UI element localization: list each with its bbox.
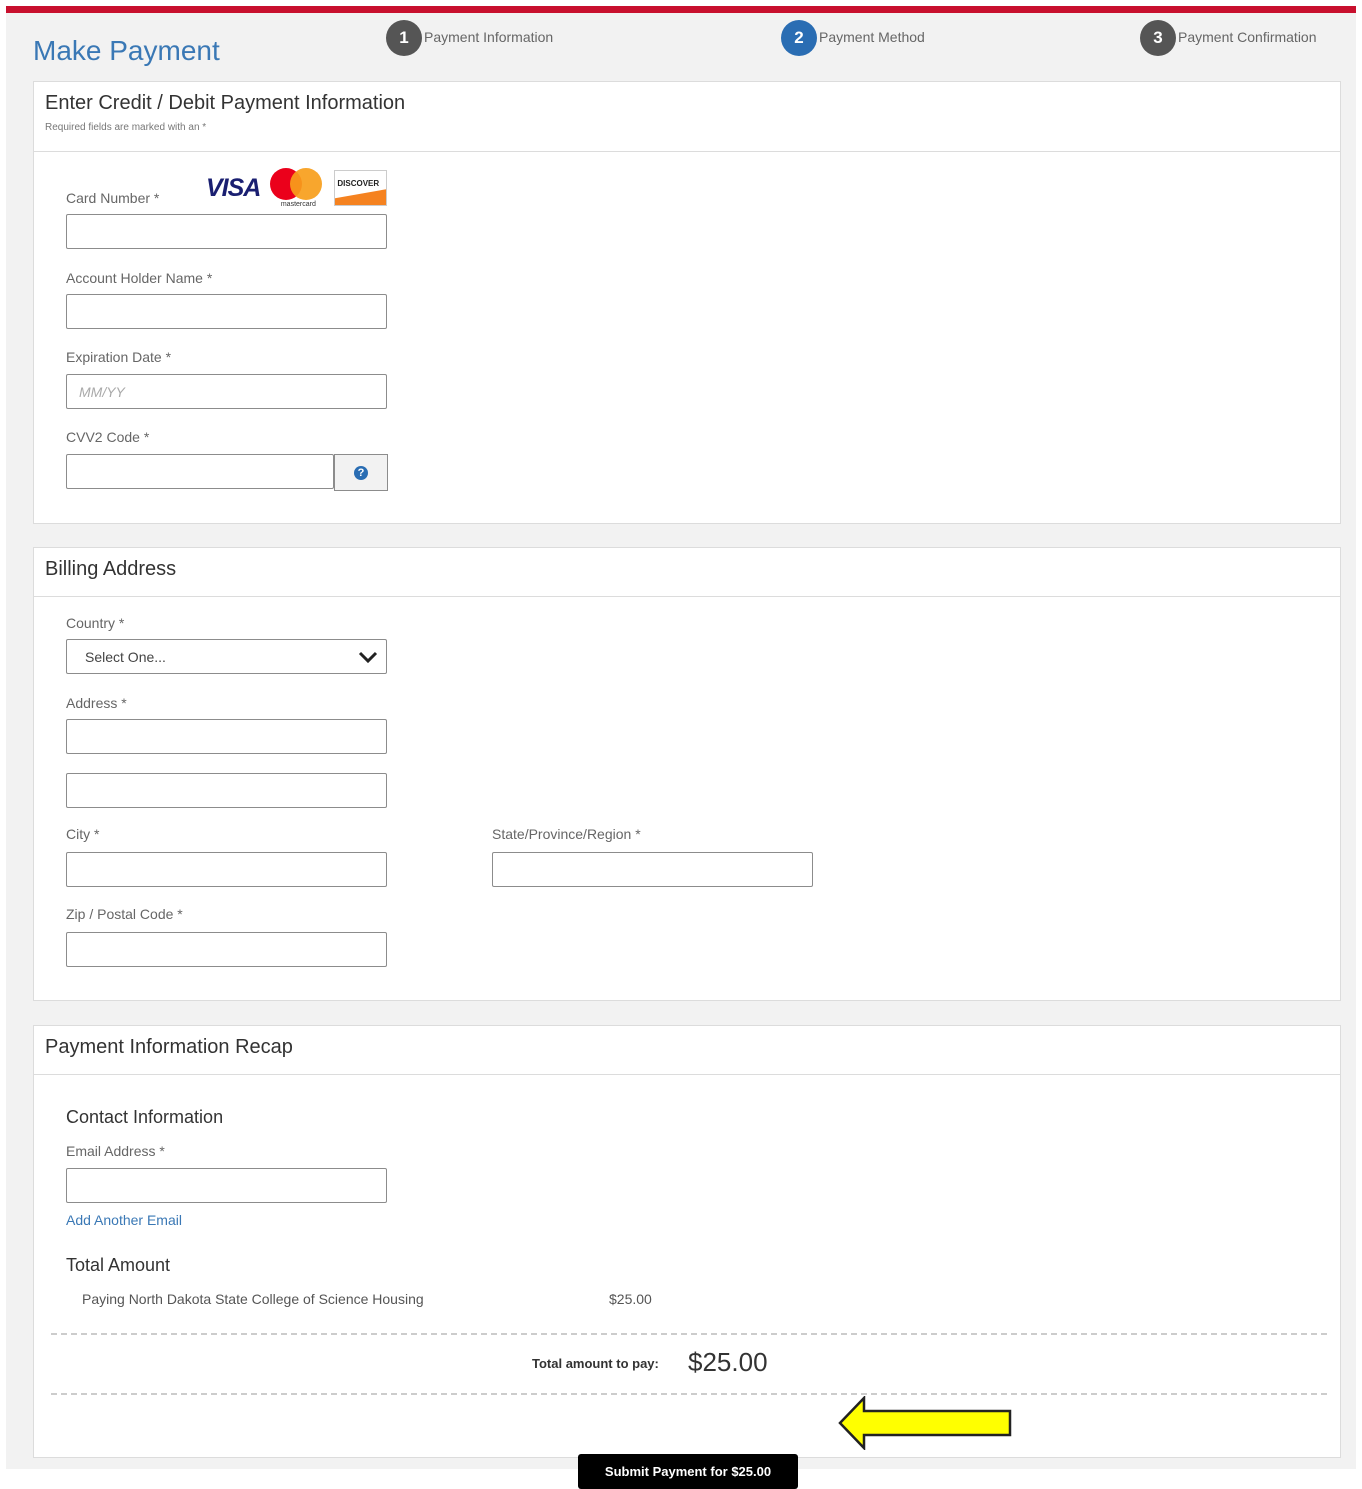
contact-info-heading: Contact Information bbox=[66, 1107, 224, 1127]
expiration-input[interactable] bbox=[66, 374, 387, 409]
card-number-label: Card Number * bbox=[66, 190, 160, 206]
step-number: 2 bbox=[781, 20, 817, 56]
required-note: Required fields are marked with an * bbox=[45, 122, 207, 133]
step-label: Payment Confirmation bbox=[1178, 29, 1317, 45]
address-label: Address * bbox=[66, 695, 127, 711]
city-input[interactable] bbox=[66, 852, 387, 887]
panel-title: Enter Credit / Debit Payment Information bbox=[45, 92, 406, 114]
country-label: Country * bbox=[66, 615, 125, 631]
step-label: Payment Method bbox=[819, 29, 925, 45]
billing-address-panel: Billing Address Country * Select One... … bbox=[33, 547, 1341, 1001]
top-accent-bar bbox=[6, 6, 1356, 13]
cvv-help-button[interactable]: ? bbox=[334, 454, 388, 491]
panel-header: Billing Address bbox=[34, 548, 1340, 597]
chevron-down-icon bbox=[358, 651, 378, 663]
mastercard-logo: mastercard bbox=[270, 168, 324, 208]
cvv-label: CVV2 Code * bbox=[66, 429, 150, 445]
address-line1-input[interactable] bbox=[66, 719, 387, 754]
divider bbox=[51, 1333, 1327, 1335]
add-another-email-link[interactable]: Add Another Email bbox=[66, 1212, 182, 1228]
holder-name-input[interactable] bbox=[66, 294, 387, 329]
panel-title: Payment Information Recap bbox=[45, 1036, 293, 1058]
step-number: 1 bbox=[386, 20, 422, 56]
divider bbox=[51, 1393, 1327, 1395]
zip-label: Zip / Postal Code * bbox=[66, 906, 183, 922]
card-number-input[interactable] bbox=[66, 214, 387, 249]
city-label: City * bbox=[66, 826, 100, 842]
step-label: Payment Information bbox=[424, 29, 554, 45]
payment-recap-panel: Payment Information Recap Contact Inform… bbox=[33, 1025, 1341, 1489]
address-line2-input[interactable] bbox=[66, 773, 387, 808]
email-label: Email Address * bbox=[66, 1143, 165, 1159]
card-payment-panel: Enter Credit / Debit Payment Information… bbox=[33, 81, 1341, 524]
country-select[interactable]: Select One... bbox=[66, 639, 387, 674]
state-label: State/Province/Region * bbox=[492, 826, 641, 842]
line-item-amount: $25.00 bbox=[609, 1291, 652, 1307]
discover-logo: DISCOVER bbox=[334, 170, 388, 206]
page-title: Make Payment bbox=[33, 35, 220, 66]
holder-name-label: Account Holder Name * bbox=[66, 270, 213, 286]
panel-header: Payment Information Recap bbox=[34, 1026, 1340, 1075]
cvv-input[interactable] bbox=[66, 454, 334, 489]
total-value: $25.00 bbox=[688, 1347, 768, 1377]
email-input[interactable] bbox=[66, 1168, 387, 1203]
zip-input[interactable] bbox=[66, 932, 387, 967]
line-item-description: Paying North Dakota State College of Sci… bbox=[82, 1291, 424, 1307]
state-input[interactable] bbox=[492, 852, 813, 887]
step-payment-method: 2 Payment Method bbox=[781, 20, 925, 56]
annotation-arrow-icon bbox=[838, 1396, 1012, 1450]
country-select-value: Select One... bbox=[85, 648, 166, 665]
step-number: 3 bbox=[1140, 20, 1176, 56]
visa-logo: VISA bbox=[206, 173, 261, 202]
panel-title: Billing Address bbox=[45, 558, 177, 580]
question-icon: ? bbox=[354, 465, 368, 480]
panel-header: Enter Credit / Debit Payment Information… bbox=[34, 82, 1340, 152]
step-payment-confirmation: 3 Payment Confirmation bbox=[1140, 20, 1317, 56]
step-payment-information: 1 Payment Information bbox=[386, 20, 553, 56]
expiration-label: Expiration Date * bbox=[66, 349, 172, 365]
total-label: Total amount to pay: bbox=[532, 1356, 659, 1371]
total-amount-heading: Total Amount bbox=[66, 1255, 171, 1275]
submit-payment-button[interactable]: Submit Payment for $25.00 bbox=[578, 1454, 798, 1489]
accepted-cards: VISA mastercard DISCOVER bbox=[206, 168, 388, 208]
